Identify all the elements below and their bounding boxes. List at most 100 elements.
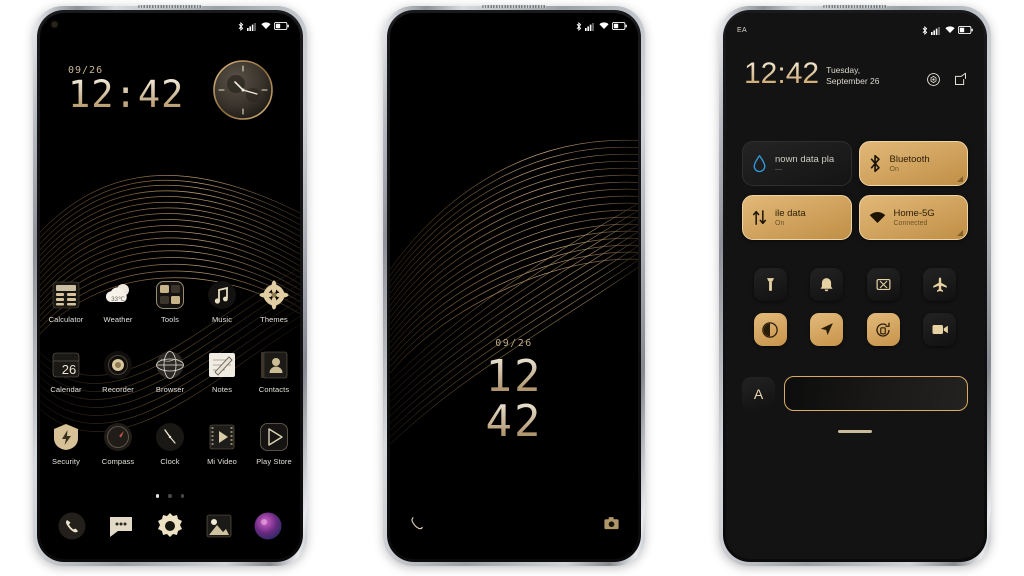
- front-camera-punch-hole: [52, 22, 57, 27]
- app-label: Clock: [160, 457, 180, 466]
- tile-text: nown data pla —: [775, 154, 834, 173]
- toggle-notifications[interactable]: [810, 268, 844, 301]
- status-icons: [576, 21, 628, 31]
- phone-shortcut-icon[interactable]: [408, 515, 425, 537]
- carrier-label: EA: [737, 26, 747, 34]
- tile-expand-corner[interactable]: [957, 230, 963, 236]
- compass-icon: [103, 422, 133, 452]
- app-security[interactable]: Security: [40, 422, 92, 466]
- dark-mode-icon: [762, 321, 779, 338]
- auto-brightness-icon[interactable]: A: [742, 377, 775, 410]
- wifi-icon: [598, 22, 609, 29]
- battery-icon: [958, 26, 973, 34]
- tile-title: nown data pla: [775, 154, 835, 165]
- tile-bluetooth[interactable]: Bluetooth On: [858, 141, 968, 186]
- tile-expand-corner[interactable]: [957, 176, 963, 182]
- wifi-icon: [869, 211, 885, 223]
- settings-icon[interactable]: [155, 511, 185, 541]
- tile-subtitle: Connected: [893, 220, 928, 227]
- app-browser[interactable]: Browser: [144, 350, 196, 394]
- camera-icon[interactable]: [253, 511, 283, 541]
- phone-device-control-center: EA 12:42 Tuesday, September 26 nown data…: [719, 5, 991, 566]
- page-dot-2[interactable]: [168, 494, 172, 498]
- phone-icon[interactable]: [57, 511, 87, 541]
- app-themes[interactable]: Themes: [248, 280, 300, 324]
- bluetooth-icon: [238, 21, 243, 31]
- tile-row-1: nown data pla — Bluetooth On: [742, 141, 968, 186]
- lockscreen-date: 09/26: [495, 338, 533, 349]
- app-label: Compass: [101, 457, 135, 466]
- cc-date-block: Tuesday, September 26: [826, 65, 879, 87]
- app-weather[interactable]: 33℃ Weather: [92, 280, 144, 324]
- toggle-dark-mode[interactable]: [753, 313, 787, 346]
- app-label: Security: [52, 457, 80, 466]
- phone3-screen[interactable]: EA 12:42 Tuesday, September 26 nown data…: [726, 13, 984, 559]
- calculator-icon: [51, 280, 81, 310]
- wifi-icon: [260, 22, 271, 29]
- app-label: Mi Video: [207, 457, 237, 466]
- battery-icon: [274, 22, 289, 30]
- lockscreen-hours: 12: [390, 354, 638, 400]
- control-center-header: 12:42 Tuesday, September 26: [744, 59, 968, 89]
- app-compass[interactable]: Compass: [92, 422, 144, 466]
- edit-icon[interactable]: [953, 72, 968, 87]
- phone-device-lock: 09/26 12 42: [383, 5, 645, 566]
- page-dot-3[interactable]: [180, 494, 185, 498]
- tile-mobile-data[interactable]: ile data On: [742, 195, 852, 240]
- app-contacts[interactable]: Contacts: [248, 350, 300, 394]
- weather-temp-badge: 33℃: [111, 297, 125, 303]
- quick-toggle-row-2: [742, 313, 968, 346]
- toggle-flashlight[interactable]: [753, 268, 787, 301]
- page-dot-1[interactable]: [155, 494, 160, 498]
- notes-icon: [207, 350, 237, 380]
- app-clock[interactable]: Clock: [144, 422, 196, 466]
- lockscreen-minutes: 42: [390, 399, 638, 445]
- app-label: Tools: [160, 315, 179, 324]
- app-recorder[interactable]: Recorder: [92, 350, 144, 394]
- signal-icon: [585, 22, 594, 31]
- app-calendar[interactable]: 26 Calendar: [40, 350, 92, 394]
- analog-clock-widget[interactable]: [212, 59, 274, 121]
- settings-gear-icon[interactable]: [926, 72, 941, 87]
- toggle-screen-record[interactable]: [923, 313, 957, 346]
- phone2-screen[interactable]: 09/26 12 42: [390, 13, 638, 559]
- calendar-icon: 26: [51, 350, 81, 380]
- app-label: Play Store: [256, 457, 292, 466]
- signal-icon: [931, 26, 940, 35]
- app-grid-row-2: 26 Calendar Recorder Browser Notes Conta…: [40, 350, 300, 394]
- home-indicator-bar[interactable]: [838, 430, 872, 433]
- camera-shortcut-icon[interactable]: [603, 515, 620, 537]
- app-notes[interactable]: Notes: [196, 350, 248, 394]
- contacts-icon: [259, 350, 289, 380]
- messages-icon[interactable]: [106, 511, 136, 541]
- brightness-slider[interactable]: [784, 376, 968, 411]
- play-store-icon: [259, 422, 289, 452]
- tools-folder-icon: [155, 280, 185, 310]
- phone1-screen[interactable]: 09/26 12:42 Calculator 33℃ Weather Tools…: [40, 13, 300, 559]
- screen-record-icon: [932, 325, 948, 334]
- toggle-auto-rotate[interactable]: [866, 313, 900, 346]
- location-icon: [821, 323, 834, 336]
- home-clock-widget[interactable]: 09/26 12:42: [68, 65, 184, 113]
- tile-wifi[interactable]: Home-5G Connected: [858, 195, 968, 240]
- tile-data-usage[interactable]: nown data pla —: [742, 141, 852, 186]
- app-mi-video[interactable]: Mi Video: [196, 422, 248, 466]
- bluetooth-icon: [576, 21, 581, 31]
- toggle-location[interactable]: [810, 313, 844, 346]
- page-indicator[interactable]: [40, 494, 300, 498]
- bluetooth-icon: [922, 25, 927, 35]
- app-play-store[interactable]: Play Store: [248, 422, 300, 466]
- gallery-icon[interactable]: [204, 511, 234, 541]
- data-usage-icon: [753, 154, 766, 172]
- tile-title: Home-5G: [893, 208, 935, 219]
- toggle-screenshot[interactable]: [866, 268, 900, 301]
- app-tools[interactable]: Tools: [144, 280, 196, 324]
- browser-icon: [155, 350, 185, 380]
- quick-toggle-icons: [742, 268, 968, 346]
- themes-icon: [259, 280, 289, 310]
- phone3-status-bar: EA: [726, 17, 984, 43]
- app-calculator[interactable]: Calculator: [40, 280, 92, 324]
- app-music[interactable]: Music: [196, 280, 248, 324]
- bell-icon: [820, 278, 833, 292]
- toggle-airplane-mode[interactable]: [923, 268, 957, 301]
